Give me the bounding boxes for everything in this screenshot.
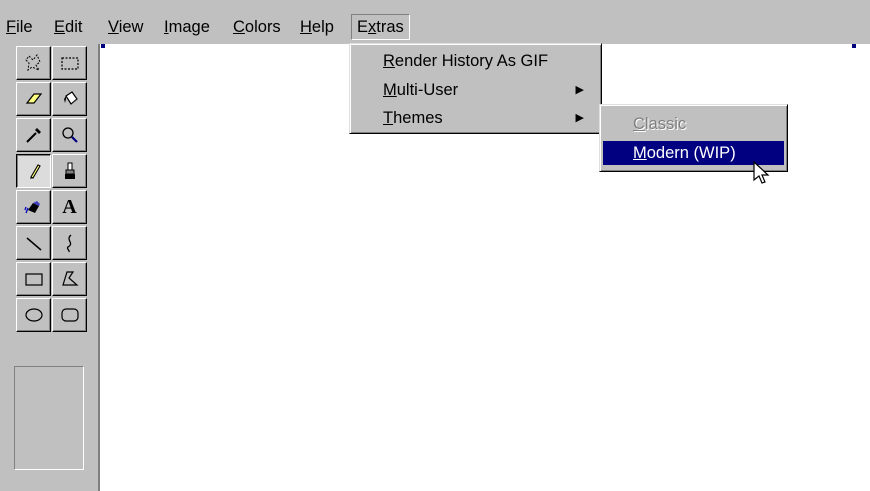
airbrush-tool[interactable] bbox=[16, 190, 51, 224]
menu-edit[interactable]: Edit bbox=[50, 16, 86, 38]
pick-color-tool[interactable] bbox=[16, 118, 51, 152]
line-tool[interactable] bbox=[16, 226, 51, 260]
menu-help[interactable]: Help bbox=[296, 16, 338, 38]
rounded-rect-icon bbox=[60, 308, 79, 322]
pencil-tool[interactable] bbox=[16, 154, 51, 188]
rectangle-icon bbox=[24, 273, 43, 286]
line-icon bbox=[26, 237, 41, 251]
airbrush-icon bbox=[23, 201, 40, 214]
menu-file[interactable]: File bbox=[2, 16, 37, 38]
rect-select-icon bbox=[60, 57, 79, 70]
pick-color-icon bbox=[25, 128, 41, 143]
fill-bucket-tool[interactable] bbox=[52, 82, 87, 116]
magnifier-icon bbox=[61, 127, 78, 143]
polygon-icon bbox=[61, 271, 79, 286]
menu-image[interactable]: Image bbox=[160, 16, 214, 38]
rect-select-tool[interactable] bbox=[52, 46, 87, 80]
submenu-arrow-icon: ▶ bbox=[575, 112, 584, 124]
menu-item-render-history-gif[interactable]: Render History As GIF bbox=[353, 49, 598, 73]
ellipse-tool[interactable] bbox=[16, 298, 51, 332]
canvas-handle[interactable] bbox=[852, 44, 856, 48]
mouse-cursor-icon bbox=[753, 160, 770, 184]
menu-extras[interactable]: Extras bbox=[351, 14, 410, 40]
menu-item-themes[interactable]: Themes ▶ bbox=[353, 106, 598, 130]
text-icon: A bbox=[62, 195, 77, 218]
extras-menu: Render History As GIF Multi-User ▶ Themes… bbox=[349, 43, 602, 134]
pencil-icon bbox=[29, 164, 41, 179]
menu-item-classic[interactable]: Classic bbox=[603, 112, 784, 136]
rounded-rect-tool[interactable] bbox=[52, 298, 87, 332]
free-form-select-icon bbox=[24, 54, 41, 72]
rectangle-tool[interactable] bbox=[16, 262, 51, 296]
curve-icon bbox=[66, 234, 71, 253]
polygon-tool[interactable] bbox=[52, 262, 87, 296]
ellipse-icon bbox=[24, 308, 43, 322]
menu-colors[interactable]: Colors bbox=[229, 16, 285, 38]
menu-view[interactable]: View bbox=[104, 16, 147, 38]
eraser-tool[interactable] bbox=[16, 82, 51, 116]
text-tool[interactable]: A bbox=[52, 190, 87, 224]
magnifier-tool[interactable] bbox=[52, 118, 87, 152]
tool-options-box[interactable] bbox=[14, 366, 84, 470]
toolbox: A bbox=[10, 44, 96, 491]
eraser-icon bbox=[25, 93, 42, 104]
menu-bar: File Edit View Image Colors Help Extras bbox=[0, 12, 870, 42]
submenu-arrow-icon: ▶ bbox=[575, 84, 584, 96]
fill-bucket-icon bbox=[63, 91, 78, 105]
canvas-handle[interactable] bbox=[101, 44, 105, 48]
curve-tool[interactable] bbox=[52, 226, 87, 260]
brush-icon bbox=[64, 162, 75, 179]
menu-item-multi-user[interactable]: Multi-User ▶ bbox=[353, 78, 598, 102]
brush-tool[interactable] bbox=[52, 154, 87, 188]
free-form-select-tool[interactable] bbox=[16, 46, 51, 80]
